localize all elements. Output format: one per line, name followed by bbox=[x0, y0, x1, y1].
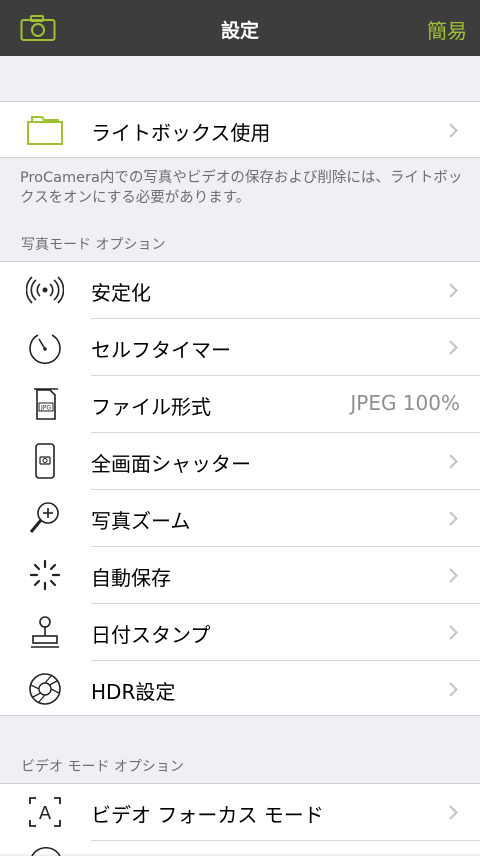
photo-section-header: 写真モード オプション bbox=[21, 237, 166, 253]
lightbox-label: ライトボックス使用 bbox=[91, 121, 271, 145]
divider bbox=[0, 715, 480, 716]
hdr-settings-label: HDR設定 bbox=[91, 680, 176, 704]
stabilizer-label: 安定化 bbox=[91, 281, 151, 305]
video-focus-mode-row[interactable]: A ビデオ フォーカス モード bbox=[0, 784, 480, 840]
autosave-label: 自動保存 bbox=[91, 566, 171, 590]
photo-options-group: 安定化 セルフタイマー JPG ファイル形式 JPEG 100% 全画面シャッタ… bbox=[0, 262, 480, 715]
video-focus-mode-label: ビデオ フォーカス モード bbox=[91, 803, 324, 827]
date-stamp-label: 日付スタンプ bbox=[91, 623, 211, 647]
photo-zoom-row[interactable]: 写真ズーム bbox=[0, 490, 480, 546]
chevron-right-icon bbox=[449, 511, 458, 526]
fullscreen-shutter-icon bbox=[35, 443, 55, 479]
autosave-row[interactable]: 自動保存 bbox=[0, 547, 480, 603]
stamp-icon bbox=[31, 616, 59, 648]
chevron-right-icon bbox=[449, 454, 458, 469]
divider bbox=[0, 157, 480, 158]
date-stamp-row[interactable]: 日付スタンプ bbox=[0, 604, 480, 660]
autosave-icon bbox=[29, 559, 61, 591]
video-options-group: A ビデオ フォーカス モード bbox=[0, 784, 480, 856]
separator bbox=[91, 840, 480, 841]
chevron-right-icon bbox=[449, 625, 458, 640]
stabilizer-icon bbox=[26, 276, 64, 304]
hdr-settings-row[interactable]: HDR設定 bbox=[0, 661, 480, 717]
timer-icon bbox=[29, 334, 61, 364]
folder-icon bbox=[27, 116, 63, 145]
zoom-icon bbox=[29, 502, 59, 533]
chevron-right-icon bbox=[449, 805, 458, 820]
chevron-right-icon bbox=[449, 568, 458, 583]
file-format-row[interactable]: JPG ファイル形式 JPEG 100% bbox=[0, 376, 480, 432]
aperture-icon bbox=[29, 673, 61, 705]
nav-bar: 設定 簡易 bbox=[0, 0, 480, 56]
video-section-header: ビデオ モード オプション bbox=[21, 759, 184, 775]
svg-text:A: A bbox=[39, 803, 52, 824]
self-timer-row[interactable]: セルフタイマー bbox=[0, 319, 480, 375]
fullscreen-shutter-row[interactable]: 全画面シャッター bbox=[0, 433, 480, 489]
lightbox-footnote: ProCamera内での写真やビデオの保存および削除には、ライトボックスをオンに… bbox=[20, 170, 463, 206]
chevron-right-icon bbox=[449, 340, 458, 355]
lightbox-row[interactable]: ライトボックス使用 bbox=[0, 102, 480, 158]
chevron-right-icon bbox=[449, 283, 458, 298]
file-format-label: ファイル形式 bbox=[91, 395, 211, 419]
simple-mode-button[interactable]: 簡易 bbox=[427, 15, 467, 44]
jpg-file-icon: JPG bbox=[34, 388, 58, 420]
stabilizer-row[interactable]: 安定化 bbox=[0, 262, 480, 318]
file-format-value: JPEG 100% bbox=[350, 391, 460, 415]
chevron-right-icon bbox=[449, 123, 458, 138]
partial-row-icon bbox=[31, 847, 61, 856]
page-title: 設定 bbox=[220, 20, 259, 42]
svg-text:JPG: JPG bbox=[40, 405, 51, 412]
lightbox-group: ライトボックス使用 bbox=[0, 102, 480, 157]
focus-a-icon: A bbox=[29, 797, 61, 827]
photo-zoom-label: 写真ズーム bbox=[91, 509, 191, 533]
chevron-right-icon bbox=[449, 682, 458, 697]
self-timer-label: セルフタイマー bbox=[91, 338, 231, 362]
fullscreen-shutter-label: 全画面シャッター bbox=[91, 452, 251, 476]
